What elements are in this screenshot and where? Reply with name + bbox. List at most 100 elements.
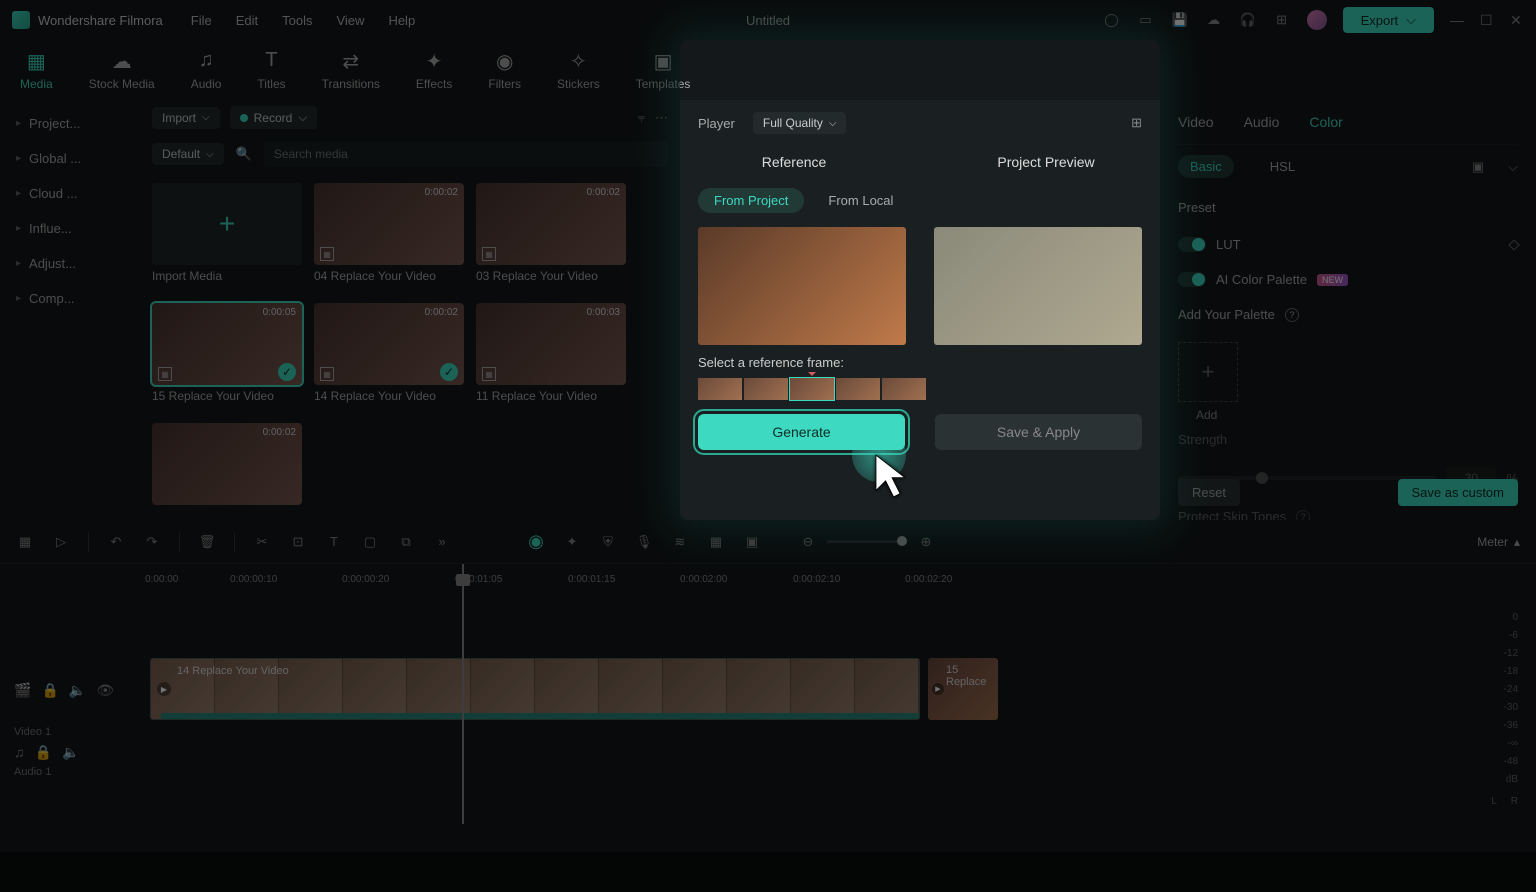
quality-dropdown[interactable]: Full Quality [753, 112, 847, 134]
menu-view[interactable]: View [336, 13, 364, 28]
more-icon[interactable]: ⋯ [655, 110, 668, 126]
save-custom-button[interactable]: Save as custom [1398, 479, 1519, 506]
crop-icon[interactable]: ⊡ [289, 534, 307, 550]
ai-palette-toggle[interactable] [1178, 272, 1206, 287]
text-icon[interactable]: T [325, 534, 343, 549]
sidebar-item[interactable]: Influe... [0, 211, 140, 246]
mute-icon[interactable]: 🔈 [62, 744, 79, 761]
redo-icon[interactable]: ↷ [143, 534, 161, 550]
zoom-in-icon[interactable]: ⊕ [917, 534, 935, 550]
media-item[interactable]: 0:00:02▦ 04 Replace Your Video [314, 183, 464, 287]
reset-button[interactable]: Reset [1178, 479, 1240, 506]
import-dropdown[interactable]: Import [152, 107, 220, 129]
media-item[interactable]: 0:00:03▦ 11 Replace Your Video [476, 303, 626, 407]
sort-dropdown[interactable]: Default [152, 143, 224, 165]
tab-transitions[interactable]: ⇄Transitions [322, 49, 380, 91]
maximize-icon[interactable]: ☐ [1480, 12, 1494, 29]
subtab-hsl[interactable]: HSL [1258, 155, 1307, 178]
audio-track-icon[interactable]: ♫ [14, 744, 25, 760]
waveform-icon[interactable]: ≋ [671, 534, 689, 550]
eye-icon[interactable]: 👁 [96, 682, 114, 699]
timeline-clip[interactable]: ▶ 15 Replace [928, 658, 998, 720]
tab-color[interactable]: Color [1309, 114, 1342, 130]
tab-media[interactable]: ▦Media [20, 49, 53, 91]
sidebar-item[interactable]: Adjust... [0, 246, 140, 281]
tab-audio[interactable]: ♫Audio [191, 49, 222, 91]
cut-icon[interactable]: ✂ [253, 534, 271, 550]
pointer-icon[interactable]: ▷ [52, 534, 70, 550]
menu-edit[interactable]: Edit [236, 13, 258, 28]
sidebar-item[interactable]: Comp... [0, 281, 140, 316]
mute-icon[interactable]: 🔈 [69, 682, 86, 699]
tab-stickers[interactable]: ✧Stickers [557, 49, 600, 91]
zoom-slider[interactable] [827, 540, 907, 543]
tab-filters[interactable]: ◉Filters [488, 49, 521, 91]
export-button[interactable]: Export⌵ [1343, 7, 1434, 33]
menu-help[interactable]: Help [388, 13, 415, 28]
sidebar-item[interactable]: Project... [0, 106, 140, 141]
grid-icon[interactable]: ⊞ [1273, 11, 1291, 29]
zoom-out-icon[interactable]: ⊖ [799, 534, 817, 550]
lock-icon[interactable]: 🔒 [41, 682, 58, 699]
video-track-icon[interactable]: 🎬 [14, 682, 31, 699]
shield-icon[interactable]: ⛨ [599, 534, 617, 550]
search-input[interactable] [264, 141, 668, 167]
lock-icon[interactable]: 🔒 [35, 744, 52, 761]
record-status-icon[interactable]: ◯ [1103, 11, 1121, 29]
tab-from-local[interactable]: From Local [812, 188, 909, 213]
minimize-icon[interactable]: ― [1450, 12, 1464, 28]
tab-stock-media[interactable]: ☁Stock Media [89, 49, 155, 91]
save-apply-button[interactable]: Save & Apply [935, 414, 1142, 450]
info-icon[interactable]: ? [1285, 308, 1299, 322]
tab-titles[interactable]: TTitles [257, 49, 285, 91]
timeline-ruler[interactable]: 0:00:00 0:00:00:10 0:00:00:20 0:00:01:05… [0, 564, 1536, 594]
cloud-icon[interactable]: ☁ [1205, 11, 1223, 29]
reference-frame[interactable] [744, 378, 788, 400]
sparkle-icon[interactable]: ✦ [563, 534, 581, 550]
tab-from-project[interactable]: From Project [698, 188, 804, 213]
sidebar-item[interactable]: Cloud ... [0, 176, 140, 211]
reference-frame[interactable] [836, 378, 880, 400]
reference-image[interactable] [698, 227, 906, 345]
timeline-clip[interactable]: ▶ 14 Replace Your Video [150, 658, 920, 720]
media-item[interactable]: 0:00:02▦ 03 Replace Your Video [476, 183, 626, 287]
delete-icon[interactable]: 🗑 [198, 534, 216, 550]
compare-icon[interactable]: ▣ [1472, 159, 1484, 175]
device-icon[interactable]: ▭ [1137, 11, 1155, 29]
tab-audio[interactable]: Audio [1244, 114, 1280, 130]
sidebar-item[interactable]: Global ... [0, 141, 140, 176]
filter-icon[interactable]: ⫧ [638, 110, 645, 126]
reference-frame-selected[interactable] [790, 378, 834, 400]
ai-icon[interactable]: ◉ [527, 531, 545, 552]
subtab-basic[interactable]: Basic [1178, 155, 1234, 178]
tab-effects[interactable]: ✦Effects [416, 49, 452, 91]
reference-frame[interactable] [698, 378, 742, 400]
media-item[interactable]: 0:00:02▦✓ 14 Replace Your Video [314, 303, 464, 407]
menu-tools[interactable]: Tools [282, 13, 312, 28]
gallery-icon[interactable]: ▦ [707, 534, 725, 550]
reference-frame[interactable] [882, 378, 926, 400]
select-icon[interactable]: ▦ [16, 534, 34, 550]
undo-icon[interactable]: ↶ [107, 534, 125, 550]
headphones-icon[interactable]: 🎧 [1239, 11, 1257, 29]
keyframe-icon[interactable] [1508, 239, 1519, 250]
user-avatar[interactable] [1307, 10, 1327, 30]
mic-icon[interactable]: 🎙 [635, 534, 653, 550]
record-button[interactable]: Record ⌵ [230, 106, 318, 129]
more-icon[interactable]: » [433, 534, 451, 549]
marker-icon[interactable]: ▣ [743, 534, 761, 550]
meter-dropdown[interactable]: Meter ▴ [1477, 535, 1520, 549]
link-icon[interactable]: ⧉ [397, 534, 415, 550]
media-item[interactable]: 0:00:05▦✓ 15 Replace Your Video [152, 303, 302, 407]
menu-file[interactable]: File [191, 13, 212, 28]
save-icon[interactable]: 💾 [1171, 11, 1189, 29]
layout-grid-icon[interactable]: ⊞ [1131, 115, 1142, 131]
media-item[interactable]: 0:00:02 [152, 423, 302, 513]
rect-icon[interactable]: ▢ [361, 534, 379, 550]
lut-toggle[interactable] [1178, 237, 1206, 252]
close-icon[interactable]: ✕ [1510, 12, 1524, 29]
tab-video[interactable]: Video [1178, 114, 1214, 130]
playhead[interactable] [462, 564, 464, 824]
frame-strip[interactable] [698, 378, 1142, 400]
chevron-down-icon[interactable]: ⌵ [1508, 159, 1518, 175]
